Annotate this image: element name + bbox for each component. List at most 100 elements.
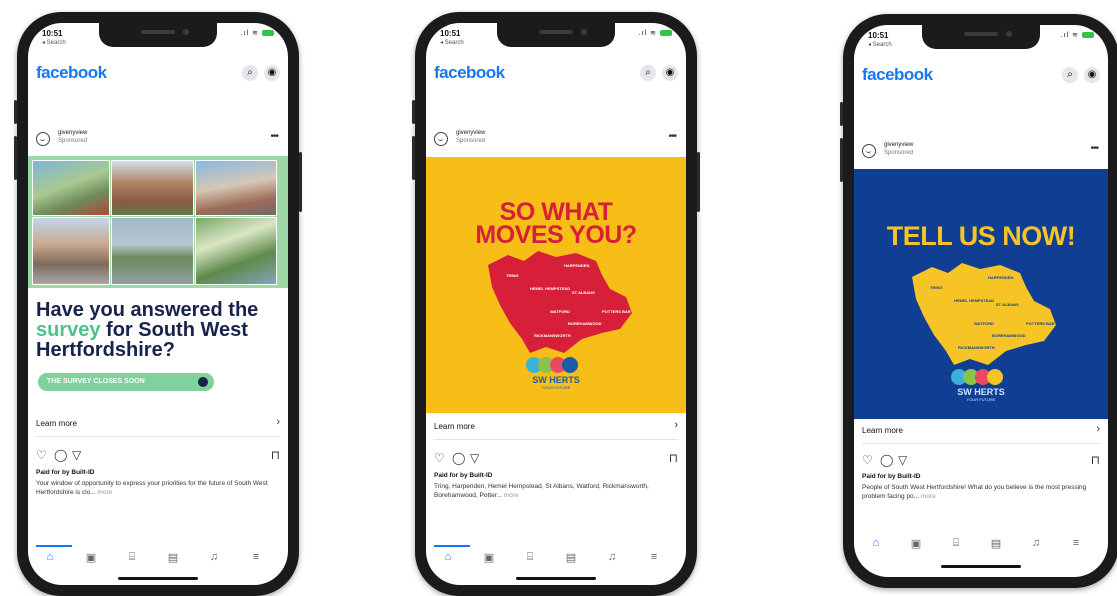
bookmark-icon[interactable]: ⊓: [669, 451, 678, 465]
menu-icon[interactable]: ≡: [246, 551, 266, 563]
more-options-icon[interactable]: •••: [270, 131, 278, 142]
advertiser-name[interactable]: givenyview: [58, 130, 87, 136]
home-icon[interactable]: ⌂: [438, 551, 458, 563]
learn-more-label: Learn more: [434, 422, 475, 431]
tab-bar: ⌂ ▣ ⌸ ▤ ♫ ≡: [854, 533, 1108, 559]
bookmark-icon[interactable]: ⊓: [1091, 453, 1100, 467]
phone-3: 10:51 ◂ Search .ıl ≋ facebook ⌕ ◉ giveny…: [840, 14, 1117, 588]
heart-icon[interactable]: ♡: [434, 451, 445, 465]
logo-circle: [987, 369, 1003, 385]
news-icon[interactable]: ▤: [986, 537, 1006, 550]
watch-icon[interactable]: ▣: [81, 551, 101, 564]
news-icon[interactable]: ▤: [561, 551, 581, 564]
messenger-icon[interactable]: ◉: [264, 65, 280, 81]
comment-icon[interactable]: ◯: [54, 448, 67, 462]
map-label: POTTERS BAR: [602, 309, 631, 314]
signal-icon: .ıl ≋: [241, 29, 274, 37]
more-link[interactable]: more: [97, 489, 112, 496]
map-label: ST ALBANS: [996, 302, 1019, 307]
signal-icon: .ıl ≋: [639, 29, 672, 37]
marketplace-icon[interactable]: ⌸: [946, 537, 966, 550]
news-icon[interactable]: ▤: [163, 551, 183, 564]
avatar[interactable]: [36, 132, 50, 146]
more-link[interactable]: more: [921, 493, 936, 500]
more-options-icon[interactable]: •••: [1090, 143, 1098, 154]
learn-more-bar[interactable]: Learn more ›: [434, 417, 678, 440]
learn-more-label: Learn more: [36, 419, 77, 428]
ad-creative[interactable]: TELL US NOW! TRING HARPENDEN HEMEL HEMPS…: [854, 169, 1108, 419]
bookmark-icon[interactable]: ⊓: [271, 448, 280, 462]
avatar[interactable]: [434, 132, 448, 146]
paid-for-by: Paid for by Built-ID: [434, 472, 493, 479]
side-button: [14, 100, 17, 124]
back-to-search-link[interactable]: ◂ Search: [868, 41, 892, 48]
avatar[interactable]: [862, 144, 876, 158]
signal-icon: .ıl ≋: [1061, 31, 1094, 39]
sponsored-label: Sponsored: [456, 138, 486, 144]
menu-icon[interactable]: ≡: [1066, 537, 1086, 549]
marketplace-icon[interactable]: ⌸: [122, 551, 142, 564]
advertiser-name[interactable]: givenyview: [456, 130, 485, 136]
bell-icon[interactable]: ♫: [1026, 537, 1046, 549]
photo-cathedral: [111, 160, 194, 216]
back-to-search-link[interactable]: ◂ Search: [42, 39, 66, 46]
learn-more-bar[interactable]: Learn more ›: [862, 421, 1100, 444]
status-time: 10:51: [868, 31, 889, 40]
headline-highlight: survey: [36, 319, 101, 341]
post-header: givenyview Sponsored •••: [862, 141, 1100, 165]
phone-screen: 10:51 ◂ Search .ıl ≋ facebook ⌕ ◉ giveny…: [854, 25, 1108, 577]
advertiser-name[interactable]: givenyview: [884, 142, 913, 148]
post-header: givenyview Sponsored •••: [36, 129, 280, 153]
ad-creative[interactable]: Have you answered the survey for South W…: [28, 156, 288, 410]
map-label: BOREHAMWOOD: [568, 321, 602, 326]
comment-icon[interactable]: ◯: [880, 453, 893, 467]
facebook-logo[interactable]: facebook: [36, 63, 107, 83]
ad-creative[interactable]: SO WHAT MOVES YOU? TRING HARPENDEN HEMEL…: [426, 157, 686, 413]
heart-icon[interactable]: ♡: [862, 453, 873, 467]
share-icon[interactable]: ▽: [898, 453, 907, 467]
heart-icon[interactable]: ♡: [36, 448, 47, 462]
logo-text: SW HERTS: [957, 387, 1005, 397]
photo-boats: [195, 217, 277, 285]
facebook-logo[interactable]: facebook: [434, 63, 505, 83]
messenger-icon[interactable]: ◉: [1084, 67, 1100, 83]
messenger-icon[interactable]: ◉: [662, 65, 678, 81]
logo-subtitle: YOUR FUTURE: [966, 397, 996, 402]
more-link[interactable]: more: [504, 492, 519, 499]
logo-subtitle: YOUR FUTURE: [541, 385, 571, 390]
learn-more-label: Learn more: [862, 426, 903, 435]
more-options-icon[interactable]: •••: [668, 131, 676, 142]
facebook-logo[interactable]: facebook: [862, 65, 933, 85]
logo-circle: [562, 357, 578, 373]
comment-icon[interactable]: ◯: [452, 451, 465, 465]
phone-1: 10:51 ◂ Search .ıl ≋ facebook ⌕ ◉ giveny…: [14, 12, 302, 596]
share-icon[interactable]: ▽: [470, 451, 479, 465]
survey-closes-button[interactable]: THE SURVEY CLOSES SOON: [38, 373, 214, 391]
headline-text: Have you answered the: [36, 299, 259, 321]
bell-icon[interactable]: ♫: [204, 551, 224, 563]
share-icon[interactable]: ▽: [72, 448, 81, 462]
survey-closes-label: THE SURVEY CLOSES SOON: [47, 378, 145, 385]
paid-for-by: Paid for by Built-ID: [862, 473, 921, 480]
home-icon[interactable]: ⌂: [40, 551, 60, 563]
search-icon[interactable]: ⌕: [640, 65, 656, 81]
marketplace-icon[interactable]: ⌸: [520, 551, 540, 564]
ad-headline: Have you answered the survey for South W…: [36, 300, 276, 360]
photo-high-street: [195, 160, 277, 216]
battery-icon: [262, 30, 274, 37]
photo-lake: [111, 217, 194, 285]
bell-icon[interactable]: ♫: [602, 551, 622, 563]
back-to-search-link[interactable]: ◂ Search: [440, 39, 464, 46]
menu-icon[interactable]: ≡: [644, 551, 664, 563]
map-label: HEMEL HEMPSTEAD: [954, 298, 994, 303]
watch-icon[interactable]: ▣: [906, 537, 926, 550]
phone-2: 10:51 ◂ Search .ıl ≋ facebook ⌕ ◉ giveny…: [412, 12, 700, 596]
side-button: [299, 152, 302, 212]
watch-icon[interactable]: ▣: [479, 551, 499, 564]
search-icon[interactable]: ⌕: [1062, 67, 1078, 83]
home-icon[interactable]: ⌂: [866, 537, 886, 549]
search-icon[interactable]: ⌕: [242, 65, 258, 81]
description-text: Your window of opportunity to express yo…: [36, 480, 268, 496]
learn-more-bar[interactable]: Learn more ›: [36, 414, 280, 437]
map-label: ST ALBANS: [572, 290, 595, 295]
